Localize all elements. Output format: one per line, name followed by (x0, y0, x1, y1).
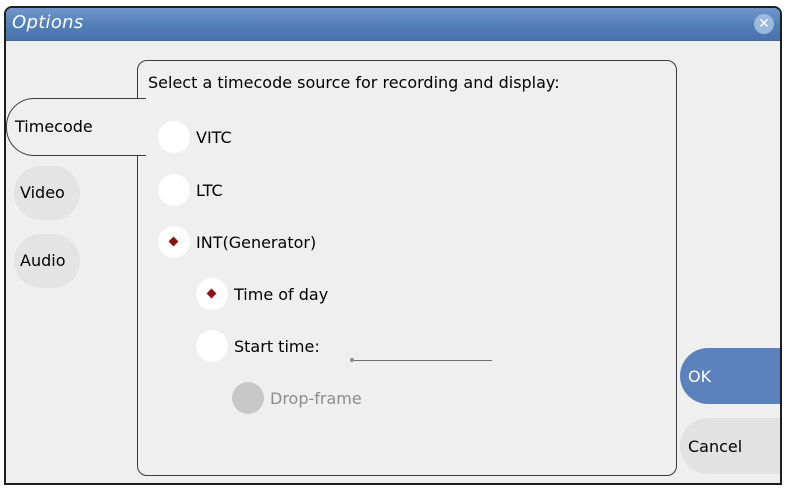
close-icon: ✕ (758, 16, 770, 32)
title-bar: Options ✕ (6, 8, 780, 41)
checkbox-drop-frame: Drop-frame (232, 381, 362, 415)
radio-label: LTC (196, 180, 223, 200)
start-time-input[interactable] (350, 358, 492, 362)
radio-label: Start time: (234, 336, 320, 356)
timecode-panel: Select a timecode source for recording a… (137, 60, 677, 476)
radio-vitc[interactable]: VITC (158, 120, 232, 154)
drop-frame-label: Drop-frame (270, 388, 362, 408)
dialog-title: Options (12, 12, 84, 33)
cancel-label: Cancel (688, 436, 743, 456)
radio-label: VITC (196, 127, 232, 147)
radio-time-of-day[interactable]: Time of day (196, 277, 328, 311)
radio-button[interactable] (158, 121, 190, 153)
radio-button[interactable] (158, 174, 190, 206)
radio-button-checked[interactable] (196, 278, 228, 310)
tab-label: Timecode (15, 117, 93, 136)
drop-frame-toggle (232, 382, 264, 414)
radio-ltc[interactable]: LTC (158, 173, 223, 207)
options-dialog: Options ✕ Timecode Video Audio Select a … (4, 6, 782, 485)
tab-audio[interactable]: Audio (14, 234, 80, 288)
ok-label: OK (688, 366, 712, 386)
close-button[interactable]: ✕ (754, 14, 774, 34)
tab-label: Audio (20, 251, 66, 270)
tab-timecode[interactable]: Timecode (6, 98, 146, 156)
radio-start-time[interactable]: Start time: (196, 329, 320, 363)
radio-label: Time of day (234, 284, 329, 304)
tab-label: Video (20, 183, 65, 202)
radio-button[interactable] (196, 330, 228, 362)
panel-heading: Select a timecode source for recording a… (148, 73, 560, 92)
radio-button-checked[interactable] (158, 226, 190, 258)
radio-label: INT(Generator) (196, 232, 317, 252)
cancel-button[interactable]: Cancel (680, 418, 780, 474)
ok-button[interactable]: OK (680, 348, 780, 404)
radio-int-generator[interactable]: INT(Generator) (158, 225, 316, 259)
tab-video[interactable]: Video (14, 166, 80, 220)
